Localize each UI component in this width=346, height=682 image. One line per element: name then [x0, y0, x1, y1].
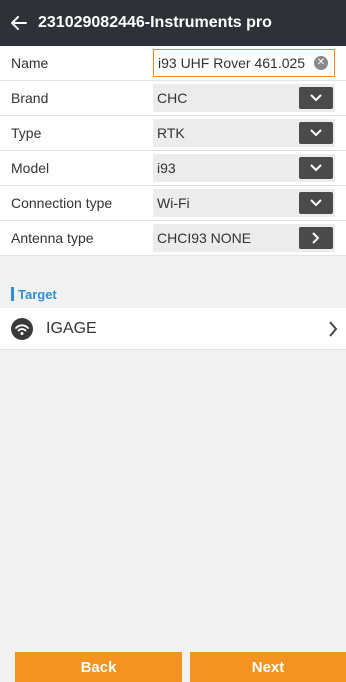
- name-input[interactable]: i93 UHF Rover 461.025 ✕: [153, 49, 335, 77]
- brand-select[interactable]: CHC: [153, 84, 335, 112]
- clear-icon[interactable]: ✕: [314, 56, 328, 70]
- connection-select[interactable]: Wi-Fi: [153, 189, 335, 217]
- next-button[interactable]: Next: [190, 652, 346, 682]
- chevron-right-icon[interactable]: [320, 308, 346, 350]
- brand-label: Brand: [11, 90, 49, 106]
- target-section-label: Target: [18, 286, 57, 302]
- model-row: Model i93: [0, 151, 346, 186]
- antenna-label: Antenna type: [11, 230, 94, 246]
- target-item[interactable]: IGAGE: [0, 308, 346, 350]
- back-button[interactable]: Back: [15, 652, 182, 682]
- target-section-header: Target: [0, 280, 346, 308]
- connection-row: Connection type Wi-Fi: [0, 186, 346, 221]
- brand-row: Brand CHC: [0, 81, 346, 116]
- name-value[interactable]: i93 UHF Rover 461.025: [158, 55, 314, 71]
- title-fade: [306, 0, 346, 46]
- type-select[interactable]: RTK: [153, 119, 335, 147]
- connection-label: Connection type: [11, 195, 113, 211]
- chevron-down-icon[interactable]: [299, 192, 333, 214]
- top-app-bar: 231029082446-Instruments pro: [0, 0, 346, 46]
- antenna-row: Antenna type CHCI93 NONE: [0, 221, 346, 256]
- chevron-down-icon[interactable]: [299, 87, 333, 109]
- page-title: 231029082446-Instruments pro: [38, 14, 272, 31]
- back-arrow-icon[interactable]: [0, 0, 38, 46]
- instrument-form: Name i93 UHF Rover 461.025 ✕ Brand CHC T…: [0, 46, 346, 256]
- type-row: Type RTK: [0, 116, 346, 151]
- model-select[interactable]: i93: [153, 154, 335, 182]
- model-label: Model: [11, 160, 50, 176]
- target-item-label: IGAGE: [46, 319, 97, 337]
- type-label: Type: [11, 125, 42, 141]
- antenna-select[interactable]: CHCI93 NONE: [153, 224, 335, 252]
- name-row: Name i93 UHF Rover 461.025 ✕: [0, 46, 346, 81]
- name-label: Name: [11, 55, 49, 71]
- chevron-down-icon[interactable]: [299, 122, 333, 144]
- footer-actions: Back Next: [0, 652, 346, 682]
- chevron-down-icon[interactable]: [299, 157, 333, 179]
- section-marker: [11, 287, 14, 301]
- chevron-right-icon[interactable]: [299, 227, 333, 249]
- wifi-icon: [11, 317, 33, 340]
